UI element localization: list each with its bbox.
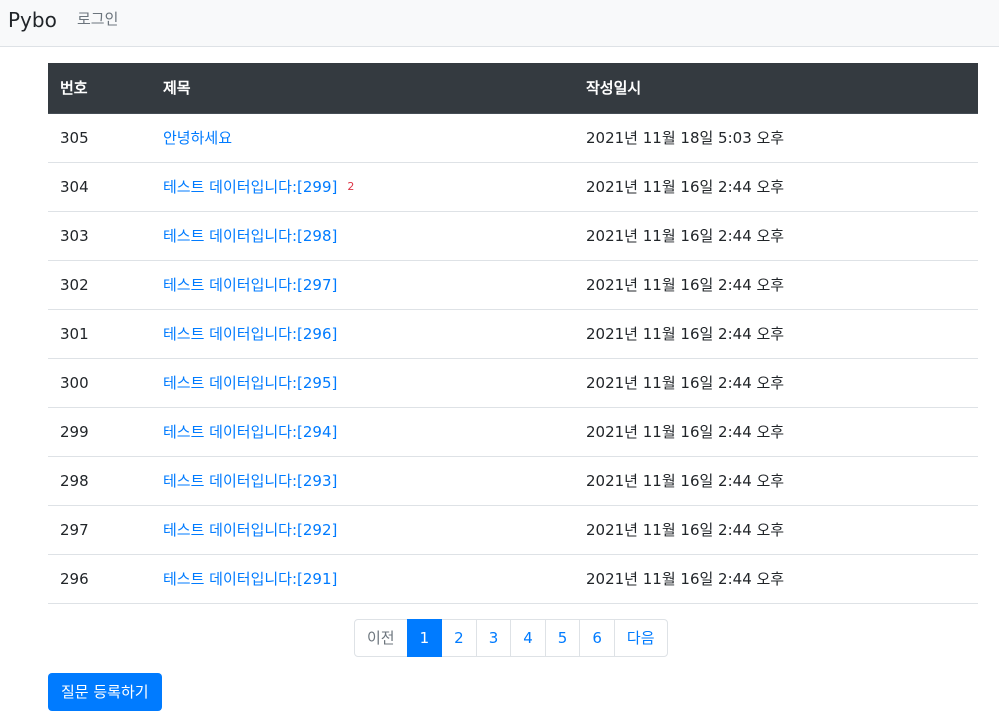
page-4-button-item: 4 [510, 619, 546, 657]
question-number: 305 [48, 113, 151, 163]
page-1-button[interactable]: 1 [406, 619, 443, 657]
question-date: 2021년 11월 16일 2:44 오후 [574, 260, 978, 310]
question-subject-cell: 테스트 데이터입니다:[297] [151, 260, 574, 310]
question-subject-cell: 안녕하세요 [151, 113, 574, 163]
question-subject-cell: 테스트 데이터입니다:[296] [151, 309, 574, 359]
table-row: 302 테스트 데이터입니다:[297] 2021년 11월 16일 2:44 오후 [48, 260, 978, 310]
question-date: 2021년 11월 16일 2:44 오후 [574, 456, 978, 506]
question-subject-cell: 테스트 데이터입니다:[295] [151, 358, 574, 408]
question-subject-link[interactable]: 테스트 데이터입니다:[299] [163, 178, 337, 196]
question-subject-link[interactable]: 테스트 데이터입니다:[293] [163, 472, 337, 490]
page-6-button[interactable]: 6 [579, 619, 615, 657]
question-subject-cell: 테스트 데이터입니다:[292] [151, 505, 574, 555]
question-subject-link[interactable]: 테스트 데이터입니다:[297] [163, 276, 337, 294]
table-row: 297 테스트 데이터입니다:[292] 2021년 11월 16일 2:44 오후 [48, 505, 978, 555]
question-number: 296 [48, 554, 151, 604]
question-subject-link[interactable]: 테스트 데이터입니다:[298] [163, 227, 337, 245]
question-number: 298 [48, 456, 151, 506]
question-subject-cell: 테스트 데이터입니다:[291] [151, 554, 574, 604]
page-3-button[interactable]: 3 [475, 619, 512, 657]
page-6-button-item: 6 [579, 619, 615, 657]
page-2-button-item: 2 [441, 619, 477, 657]
table-row: 303 테스트 데이터입니다:[298] 2021년 11월 16일 2:44 오후 [48, 211, 978, 261]
table-row: 304 테스트 데이터입니다:[299] 2 2021년 11월 16일 2:44 오… [48, 162, 978, 212]
question-number: 300 [48, 358, 151, 408]
table-body: 305 안녕하세요 2021년 11월 18일 5:03 오후 304 테스트 데이터입… [48, 113, 978, 604]
question-subject-link[interactable]: 안녕하세요 [163, 129, 232, 147]
prev-page-button-item: 이전 [354, 619, 408, 657]
question-subject-cell: 테스트 데이터입니다:[293] [151, 456, 574, 506]
page-3-button-item: 3 [475, 619, 512, 657]
table-row: 299 테스트 데이터입니다:[294] 2021년 11월 16일 2:44 오후 [48, 407, 978, 457]
table-row: 300 테스트 데이터입니다:[295] 2021년 11월 16일 2:44 오후 [48, 358, 978, 408]
brand-link[interactable]: Pybo [8, 7, 57, 33]
login-link[interactable]: 로그인 [77, 9, 118, 29]
prev-page-button: 이전 [354, 619, 408, 657]
table-row: 301 테스트 데이터입니다:[296] 2021년 11월 16일 2:44 오후 [48, 309, 978, 359]
question-date: 2021년 11월 18일 5:03 오후 [574, 113, 978, 163]
question-date: 2021년 11월 16일 2:44 오후 [574, 358, 978, 408]
answer-count-badge: 2 [347, 180, 355, 193]
header-date: 작성일시 [574, 63, 978, 114]
page-4-button[interactable]: 4 [510, 619, 546, 657]
question-subject-cell: 테스트 데이터입니다:[299] 2 [151, 162, 574, 212]
question-date: 2021년 11월 16일 2:44 오후 [574, 554, 978, 604]
question-date: 2021년 11월 16일 2:44 오후 [574, 211, 978, 261]
question-number: 304 [48, 162, 151, 212]
header-subject: 제목 [151, 63, 574, 114]
question-date: 2021년 11월 16일 2:44 오후 [574, 407, 978, 457]
table-row: 305 안녕하세요 2021년 11월 18일 5:03 오후 [48, 113, 978, 163]
question-number: 297 [48, 505, 151, 555]
question-subject-link[interactable]: 테스트 데이터입니다:[292] [163, 521, 337, 539]
page-1-button-item: 1 [406, 619, 443, 657]
question-subject-link[interactable]: 테스트 데이터입니다:[294] [163, 423, 337, 441]
question-subject-link[interactable]: 테스트 데이터입니다:[295] [163, 374, 337, 392]
table-row: 298 테스트 데이터입니다:[293] 2021년 11월 16일 2:44 오후 [48, 456, 978, 506]
page-2-button[interactable]: 2 [441, 619, 477, 657]
next-page-button[interactable]: 다음 [613, 619, 668, 657]
question-date: 2021년 11월 16일 2:44 오후 [574, 505, 978, 555]
table-row: 296 테스트 데이터입니다:[291] 2021년 11월 16일 2:44 오후 [48, 554, 978, 604]
question-number: 302 [48, 260, 151, 310]
header-number: 번호 [48, 63, 151, 114]
question-subject-link[interactable]: 테스트 데이터입니다:[291] [163, 570, 337, 588]
question-date: 2021년 11월 16일 2:44 오후 [574, 162, 978, 212]
question-date: 2021년 11월 16일 2:44 오후 [574, 309, 978, 359]
next-page-button-item: 다음 [613, 619, 668, 657]
question-number: 301 [48, 309, 151, 359]
page-5-button-item: 5 [544, 619, 581, 657]
navbar: Pybo 로그인 [0, 0, 999, 47]
create-question-button[interactable]: 질문 등록하기 [48, 673, 162, 711]
question-subject-cell: 테스트 데이터입니다:[294] [151, 407, 574, 457]
table-header: 번호 제목 작성일시 [48, 63, 978, 114]
question-number: 303 [48, 211, 151, 261]
pagination: 이전 1 2 3 4 5 6 다음 [354, 619, 668, 657]
question-subject-link[interactable]: 테스트 데이터입니다:[296] [163, 325, 337, 343]
question-subject-cell: 테스트 데이터입니다:[298] [151, 211, 574, 261]
question-number: 299 [48, 407, 151, 457]
page-5-button[interactable]: 5 [544, 619, 581, 657]
question-table: 번호 제목 작성일시 305 안녕하세요 2021년 11월 18일 5:03 오후… [48, 63, 978, 604]
